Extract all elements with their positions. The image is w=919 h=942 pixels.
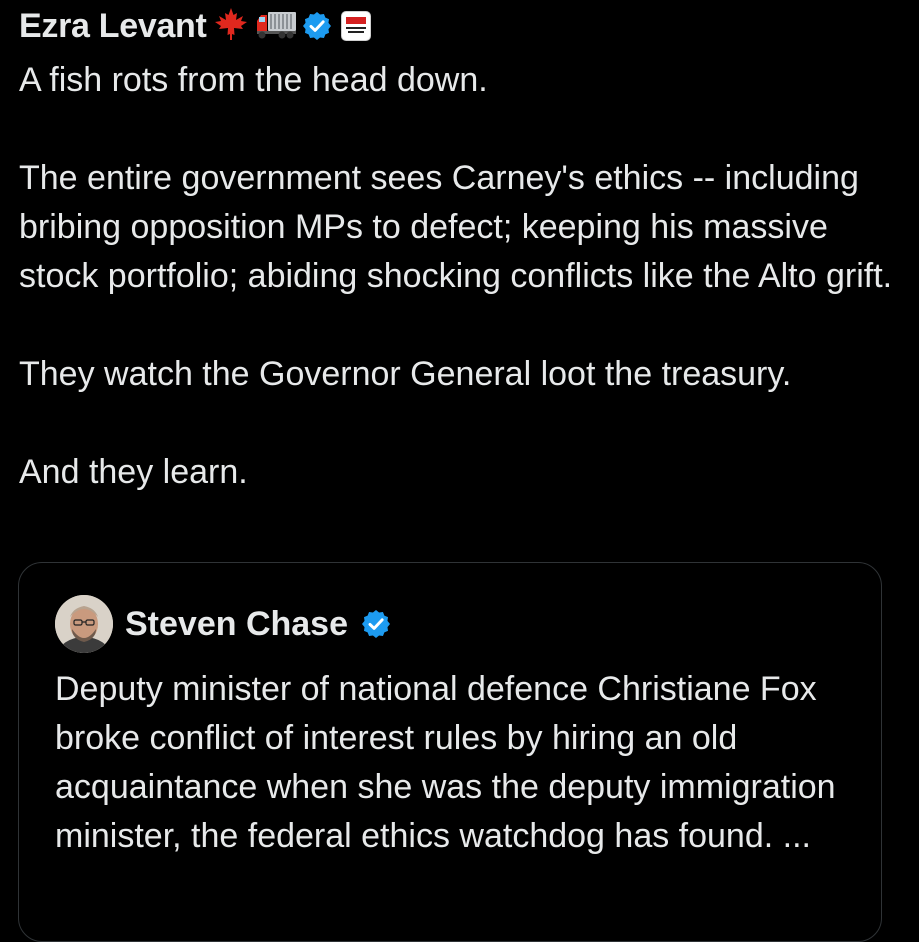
author-name[interactable]: Ezra Levant — [19, 7, 207, 46]
tweet-paragraph: The entire government sees Carney's ethi… — [19, 159, 893, 295]
tweet-paragraph: And they learn. — [19, 453, 248, 491]
quoted-tweet-text: Deputy minister of national defence Chri… — [55, 670, 836, 855]
verified-badge-icon[interactable] — [360, 608, 392, 640]
verified-badge-icon[interactable] — [301, 10, 333, 42]
rebel-news-badge-icon[interactable] — [340, 11, 371, 41]
quoted-tweet-card[interactable]: Steven Chase Deputy minister of national… — [18, 562, 882, 942]
author-row: Ezra Levant — [19, 6, 371, 46]
tweet-text: A fish rots from the head down. The enti… — [19, 56, 899, 497]
quoted-author-name[interactable]: Steven Chase — [125, 605, 348, 644]
maple-leaf-emoji — [213, 6, 249, 47]
quoted-author-row: Steven Chase — [55, 594, 392, 654]
truck-emoji — [255, 7, 297, 46]
tweet-paragraph: They watch the Governor General loot the… — [19, 355, 792, 393]
tweet-paragraph: A fish rots from the head down. — [19, 61, 488, 99]
tweet: Ezra Levant A fish rots from the head do… — [0, 0, 919, 942]
avatar[interactable] — [55, 595, 113, 653]
